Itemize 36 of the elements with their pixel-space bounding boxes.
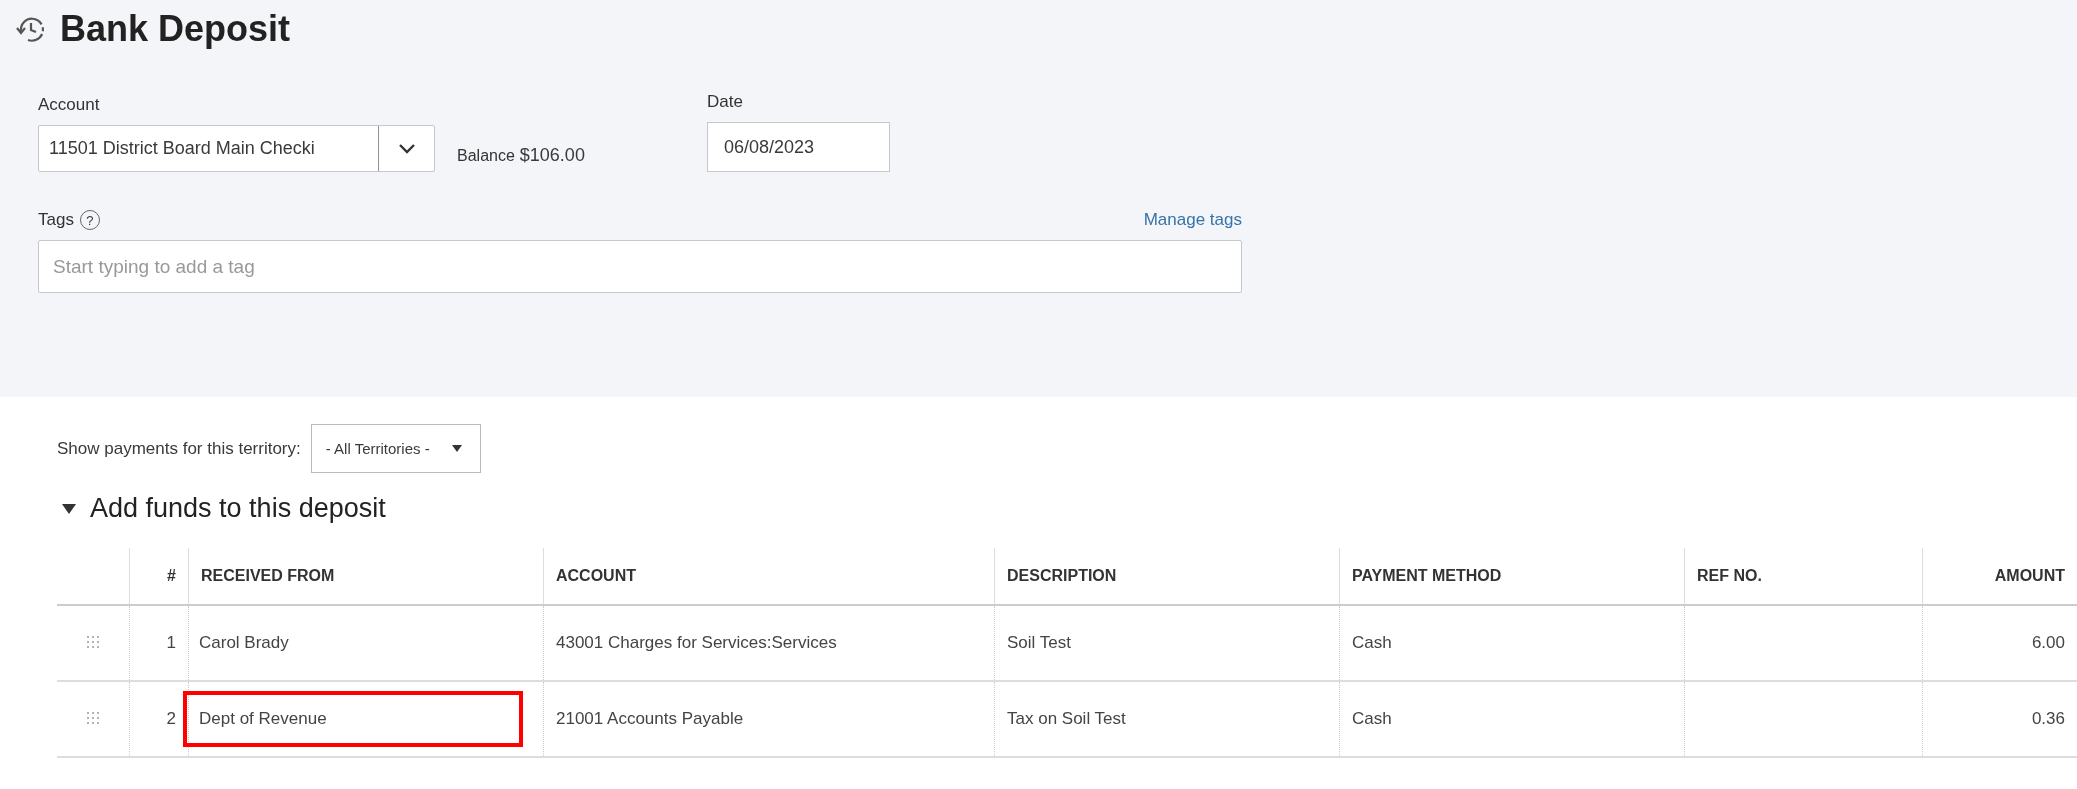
territory-label: Show payments for this territory:: [57, 438, 301, 459]
tags-input[interactable]: Start typing to add a tag: [38, 240, 1242, 293]
table-cell: Cash: [1339, 681, 1685, 757]
drag-handle-icon[interactable]: [87, 712, 99, 724]
column-header: REF NO.: [1684, 548, 1923, 605]
table-cell: 0.36: [1922, 681, 2077, 757]
table-cell: 21001 Accounts Payable: [543, 681, 995, 757]
table-cell: 2: [129, 681, 189, 757]
chevron-down-icon: [397, 142, 416, 155]
table-cell-text: Carol Brady: [198, 632, 290, 654]
manage-tags-link[interactable]: Manage tags: [1143, 210, 1242, 230]
column-header: AMOUNT: [1922, 548, 2077, 605]
column-header: RECEIVED FROM: [188, 548, 544, 605]
field-label: Account: [38, 95, 101, 115]
column-header: PAYMENT METHOD: [1339, 548, 1685, 605]
page-title: Bank Deposit: [60, 8, 291, 50]
table-cell: 6.00: [1922, 605, 2077, 681]
caret-icon[interactable]: [62, 502, 76, 515]
table-cell: 1: [129, 605, 189, 681]
table-cell: 43001 Charges for Services:Services: [543, 605, 995, 681]
column-header: ACCOUNT: [543, 548, 995, 605]
table-cell: Cash: [1339, 605, 1685, 681]
date-field[interactable]: 06/08/2023: [707, 122, 890, 172]
caret-icon: [451, 445, 462, 452]
balance-text: Balance $106.00: [457, 145, 586, 166]
field-label: Tags: [38, 210, 74, 230]
field-label: Date: [707, 92, 744, 112]
table-cell: Tax on Soil Test: [994, 681, 1340, 757]
column-header: DESCRIPTION: [994, 548, 1340, 605]
table-cell: Soil Test: [994, 605, 1340, 681]
section-title: Add funds to this deposit: [90, 493, 386, 524]
territory-dropdown[interactable]: - All Territories -: [310, 424, 481, 473]
account-dropdown[interactable]: 11501 District Board Main Checki: [38, 125, 435, 172]
column-header: #: [129, 548, 189, 605]
drag-handle-icon[interactable]: [87, 636, 99, 648]
table-cell: Dept of Revenue: [183, 691, 523, 747]
